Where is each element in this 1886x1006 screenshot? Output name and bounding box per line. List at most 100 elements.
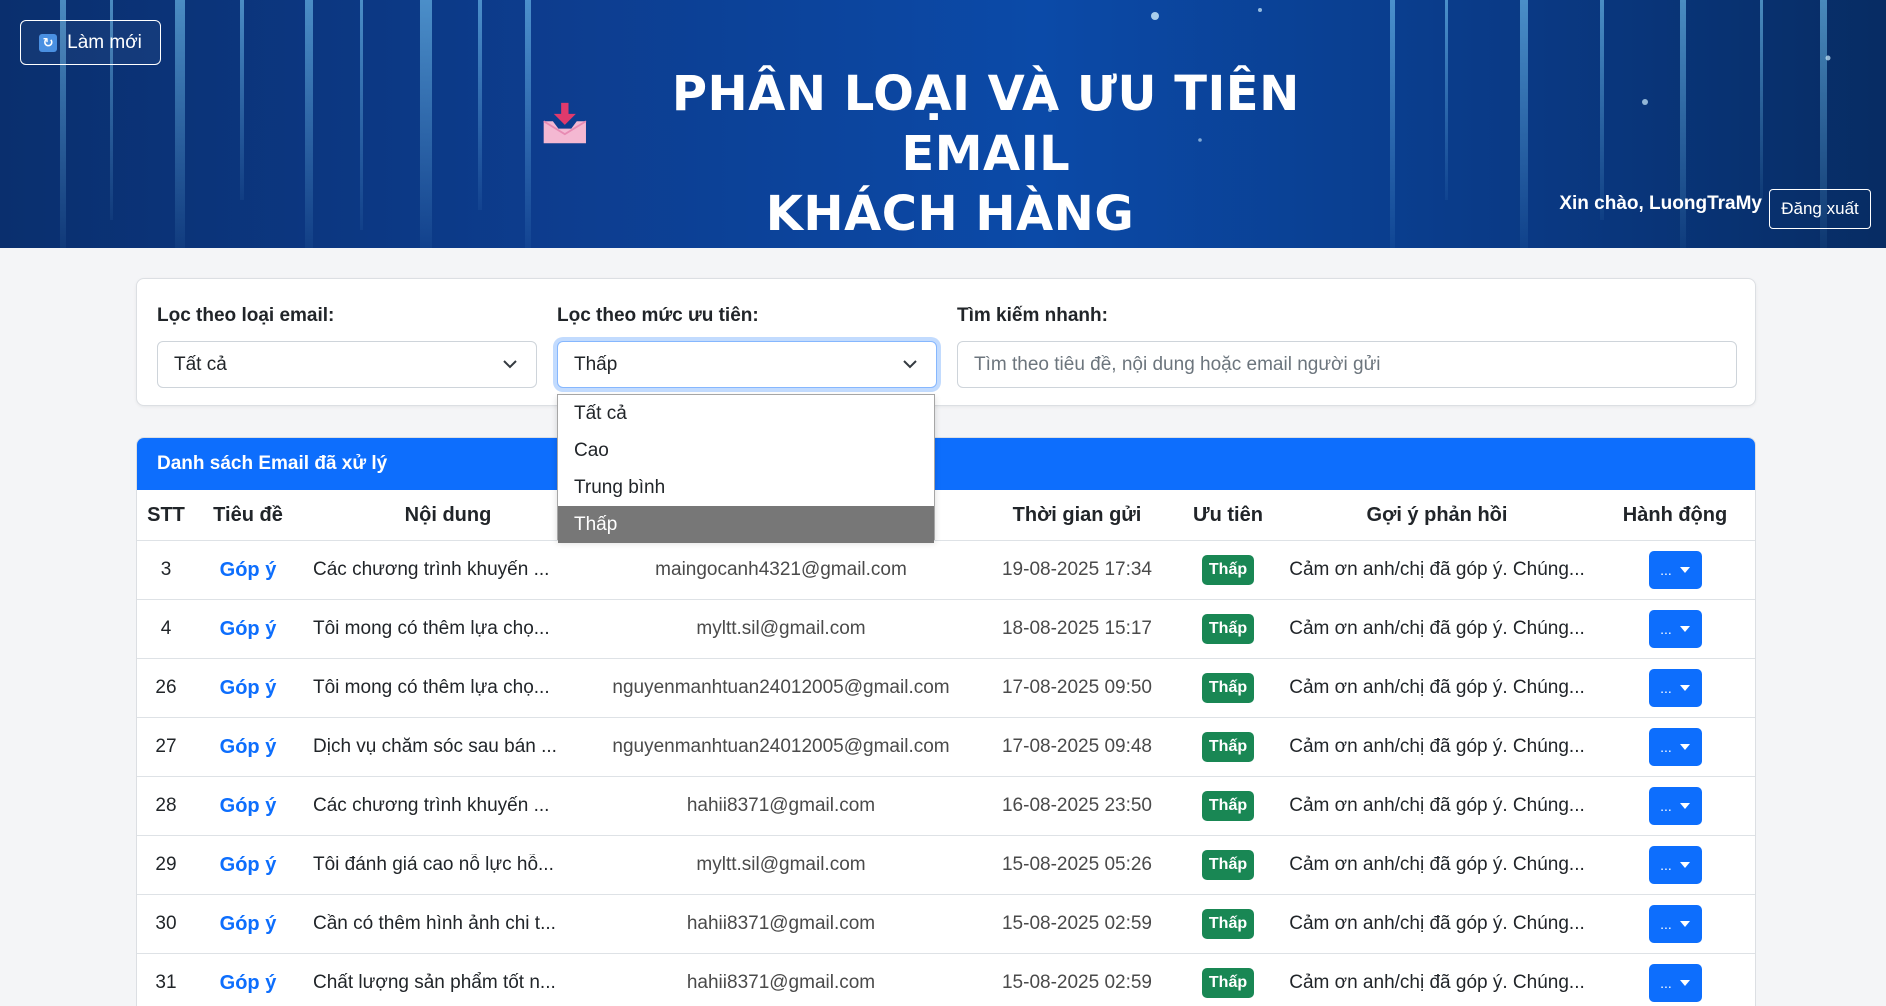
refresh-button[interactable]: ↻ Làm mới <box>20 20 161 65</box>
priority-option-high[interactable]: Cao <box>558 432 934 469</box>
row-content: Các chương trình khuyến ... <box>313 795 550 816</box>
type-filter-select[interactable]: Tất cả <box>157 341 537 388</box>
priority-badge: Thấp <box>1201 555 1255 585</box>
caret-down-icon <box>1679 862 1690 868</box>
priority-option-medium[interactable]: Trung bình <box>558 469 934 506</box>
column-header-time: Thời gian gửi <box>1012 503 1142 526</box>
priority-badge: Thấp <box>1201 850 1255 880</box>
user-greeting: Xin chào, LuongTraMy <box>1559 193 1762 214</box>
caret-down-icon <box>1679 980 1690 986</box>
priority-badge: Thấp <box>1201 791 1255 821</box>
row-reply-suggestion: Cảm ơn anh/chị đã góp ý. Chúng... <box>1289 559 1585 580</box>
row-stt: 28 <box>155 795 177 816</box>
row-email: myltt.sil@gmail.com <box>696 854 866 875</box>
column-header-reply: Gợi ý phản hồi <box>1366 503 1508 526</box>
action-label: ... <box>1660 562 1672 578</box>
row-reply-suggestion: Cảm ơn anh/chị đã góp ý. Chúng... <box>1289 854 1585 875</box>
type-filter-label: Lọc theo loại email: <box>157 305 335 326</box>
priority-option-low[interactable]: Thấp <box>558 506 934 543</box>
row-title-link[interactable]: Góp ý <box>220 736 277 758</box>
row-stt: 4 <box>160 618 172 639</box>
row-content: Tôi đánh giá cao nỗ lực hỗ... <box>313 854 554 875</box>
table-row: 26 Góp ý Tôi mong có thêm lựa chọ... ngu… <box>137 659 1755 718</box>
logout-button[interactable]: Đăng xuất <box>1769 189 1871 229</box>
row-title-link[interactable]: Góp ý <box>220 677 277 699</box>
row-email: nguyenmanhtuan24012005@gmail.com <box>612 736 950 757</box>
row-email: hahii8371@gmail.com <box>686 972 876 993</box>
row-action-button[interactable]: ... <box>1648 728 1702 766</box>
inbox-download-icon <box>543 102 587 144</box>
table-row: 29 Góp ý Tôi đánh giá cao nỗ lực hỗ... m… <box>137 836 1755 895</box>
type-filter-value: Tất cả <box>174 353 227 375</box>
row-action-button[interactable]: ... <box>1648 905 1702 943</box>
row-email: myltt.sil@gmail.com <box>696 618 866 639</box>
refresh-icon: ↻ <box>39 33 58 52</box>
caret-down-icon <box>1679 567 1690 573</box>
caret-down-icon <box>1679 744 1690 750</box>
caret-down-icon <box>1679 921 1690 927</box>
row-stt: 30 <box>155 913 177 934</box>
row-time: 15-08-2025 05:26 <box>1001 854 1152 875</box>
row-title-link[interactable]: Góp ý <box>220 913 277 935</box>
page-title: PHÂN LOẠI VÀ ƯU TIÊN EMAIL KHÁCH HÀNG <box>540 64 1360 244</box>
row-time: 15-08-2025 02:59 <box>1001 972 1152 993</box>
action-label: ... <box>1660 857 1672 873</box>
column-header-stt: STT <box>147 503 185 526</box>
row-stt: 27 <box>155 736 177 757</box>
priority-filter-label: Lọc theo mức ưu tiên: <box>557 305 759 326</box>
priority-badge: Thấp <box>1201 732 1255 762</box>
row-title-link[interactable]: Góp ý <box>220 795 277 817</box>
table-row: 4 Góp ý Tôi mong có thêm lựa chọ... mylt… <box>137 600 1755 659</box>
filter-panel: Lọc theo loại email: Tất cả Lọc theo mức… <box>136 278 1756 406</box>
row-reply-suggestion: Cảm ơn anh/chị đã góp ý. Chúng... <box>1289 972 1585 993</box>
row-action-button[interactable]: ... <box>1648 787 1702 825</box>
row-email: hahii8371@gmail.com <box>686 795 876 816</box>
row-content: Dịch vụ chăm sóc sau bán ... <box>313 736 557 757</box>
priority-filter-value: Thấp <box>574 353 618 375</box>
email-table-card: Danh sách Email đã xử lý STT Tiêu đề Nội… <box>136 437 1756 1006</box>
row-title-link[interactable]: Góp ý <box>220 559 277 581</box>
row-action-button[interactable]: ... <box>1648 669 1702 707</box>
search-label: Tìm kiếm nhanh: <box>957 305 1108 326</box>
refresh-label: Làm mới <box>67 31 142 53</box>
column-header-content: Nội dung <box>404 503 492 526</box>
row-title-link[interactable]: Góp ý <box>220 618 277 640</box>
search-input[interactable] <box>974 353 1736 376</box>
priority-badge: Thấp <box>1201 909 1255 939</box>
column-header-action: Hành động <box>1622 503 1728 526</box>
row-email: nguyenmanhtuan24012005@gmail.com <box>612 677 950 698</box>
table-row: 31 Góp ý Chất lượng sản phẩm tốt n... ha… <box>137 954 1755 1006</box>
row-reply-suggestion: Cảm ơn anh/chị đã góp ý. Chúng... <box>1289 795 1585 816</box>
action-label: ... <box>1660 975 1672 991</box>
row-title-link[interactable]: Góp ý <box>220 854 277 876</box>
table-row: 28 Góp ý Các chương trình khuyến ... hah… <box>137 777 1755 836</box>
row-title-link[interactable]: Góp ý <box>220 972 277 994</box>
table-row: 3 Góp ý Các chương trình khuyến ... main… <box>137 541 1755 600</box>
row-time: 18-08-2025 15:17 <box>1001 618 1152 639</box>
table-body: 3 Góp ý Các chương trình khuyến ... main… <box>137 541 1755 1006</box>
search-field[interactable] <box>957 341 1737 388</box>
row-action-button[interactable]: ... <box>1648 610 1702 648</box>
row-reply-suggestion: Cảm ơn anh/chị đã góp ý. Chúng... <box>1289 677 1585 698</box>
page-header: ↻ Làm mới PHÂN LOẠI VÀ ƯU TIÊN EMAIL KHÁ… <box>0 0 1886 248</box>
row-email: maingocanh4321@gmail.com <box>655 559 907 580</box>
row-content: Các chương trình khuyến ... <box>313 559 550 580</box>
priority-option-all[interactable]: Tất cả <box>558 395 934 432</box>
priority-filter-select[interactable]: Thấp <box>557 341 937 388</box>
caret-down-icon <box>1679 626 1690 632</box>
row-time: 16-08-2025 23:50 <box>1001 795 1152 816</box>
chevron-down-icon <box>503 360 517 369</box>
row-email: hahii8371@gmail.com <box>686 913 876 934</box>
row-reply-suggestion: Cảm ơn anh/chị đã góp ý. Chúng... <box>1289 618 1585 639</box>
row-action-button[interactable]: ... <box>1648 846 1702 884</box>
row-action-button[interactable]: ... <box>1648 551 1702 589</box>
table-row: 27 Góp ý Dịch vụ chăm sóc sau bán ... ng… <box>137 718 1755 777</box>
column-header-priority: Ưu tiên <box>1193 503 1263 526</box>
caret-down-icon <box>1679 685 1690 691</box>
action-label: ... <box>1660 916 1672 932</box>
action-label: ... <box>1660 621 1672 637</box>
row-content: Tôi mong có thêm lựa chọ... <box>313 677 550 698</box>
chevron-down-icon <box>903 360 917 369</box>
row-stt: 3 <box>160 559 172 580</box>
row-action-button[interactable]: ... <box>1648 964 1702 1002</box>
